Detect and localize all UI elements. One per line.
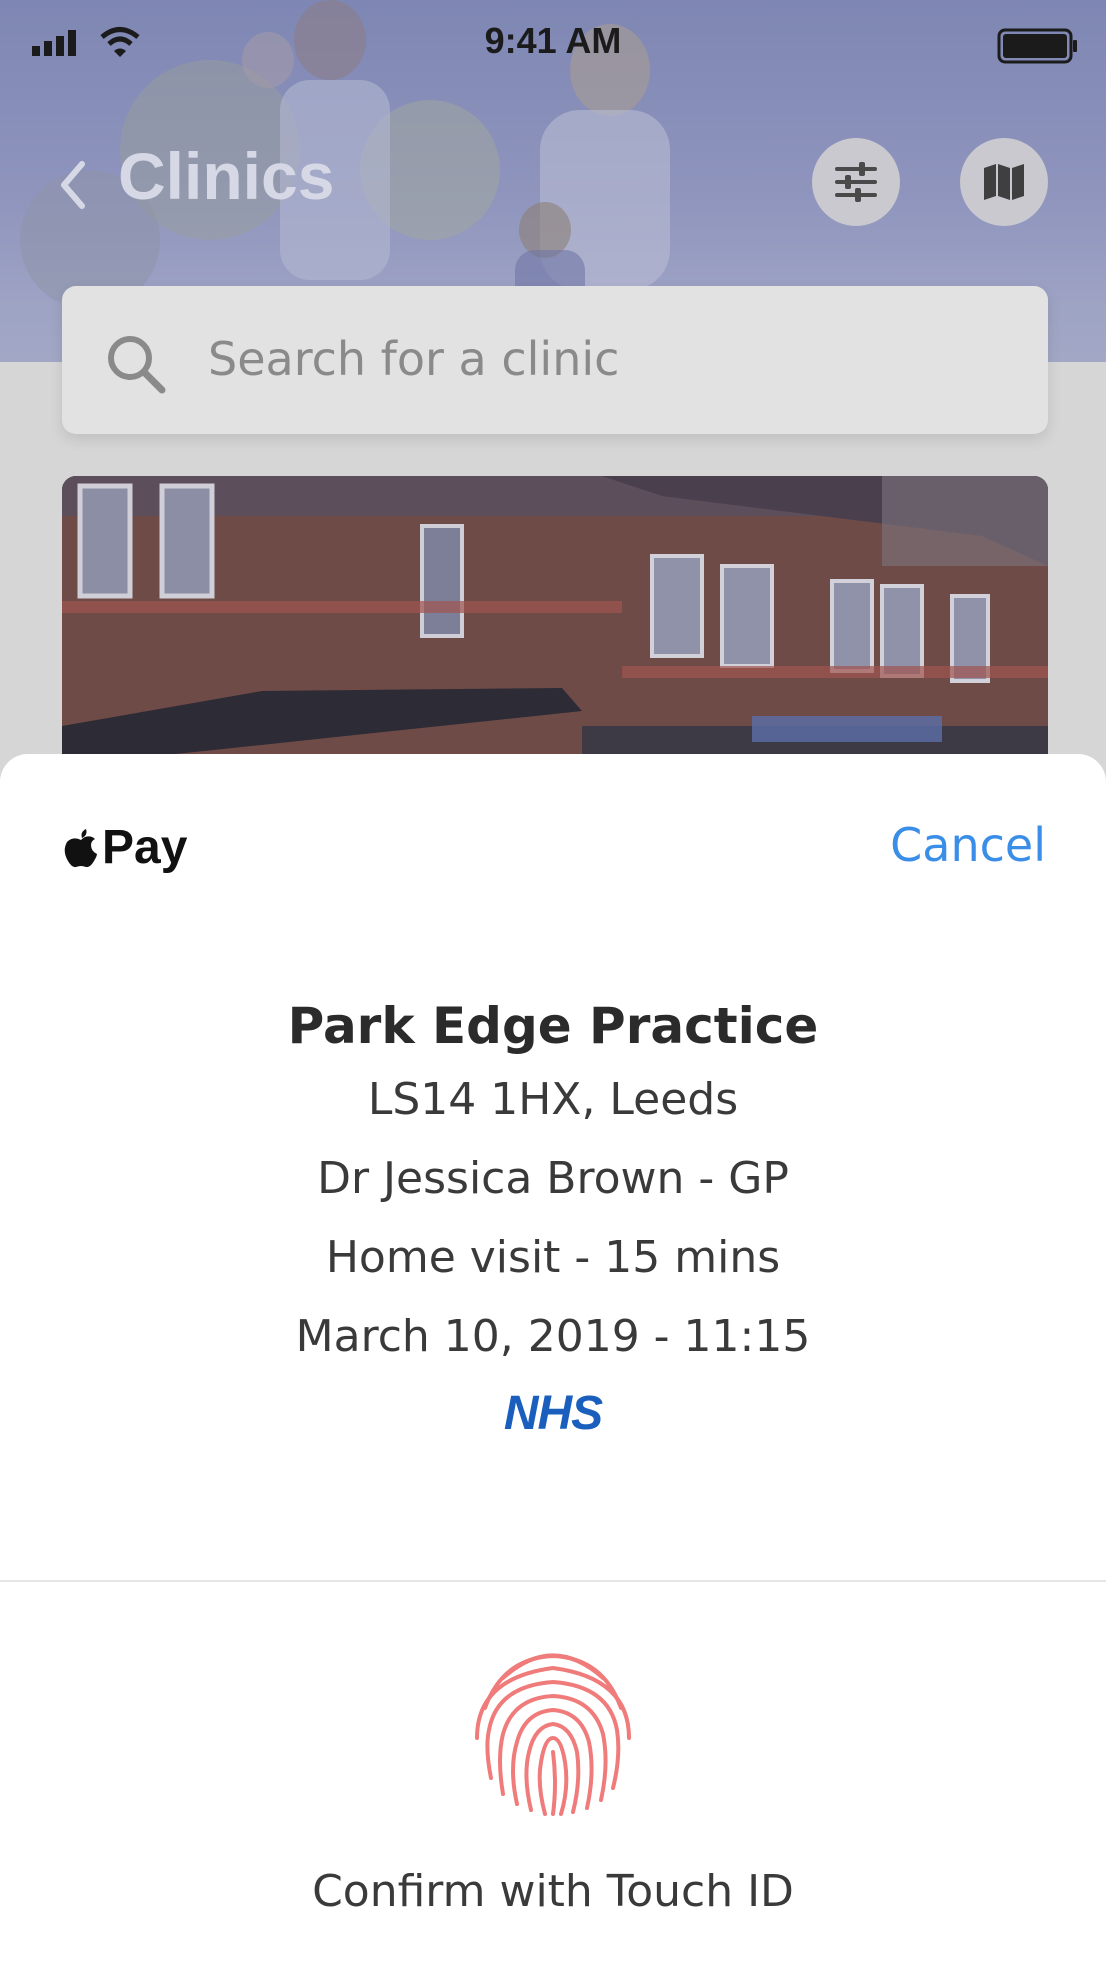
search-placeholder: Search for a clinic	[208, 332, 620, 386]
map-button[interactable]	[960, 138, 1048, 226]
search-input[interactable]: Search for a clinic	[62, 286, 1048, 434]
chevron-left-icon[interactable]	[58, 160, 88, 210]
apple-pay-sheet: Pay Cancel Park Edge Practice LS14 1HX, …	[0, 754, 1106, 1971]
touch-id-area: Confirm with Touch ID	[0, 1638, 1106, 1917]
search-icon	[108, 336, 166, 394]
apple-icon	[64, 828, 97, 867]
touch-id-label: Confirm with Touch ID	[312, 1866, 794, 1917]
apple-pay-label: Pay	[102, 821, 188, 874]
sliders-icon	[835, 162, 877, 202]
page-title: Clinics	[118, 139, 335, 213]
clinic-card-image[interactable]	[62, 476, 1048, 776]
payment-details: Park Edge Practice LS14 1HX, Leeds Dr Je…	[0, 992, 1106, 1441]
status-time: 9:41 AM	[484, 20, 622, 61]
filter-button[interactable]	[812, 138, 900, 226]
practice-name: Park Edge Practice	[287, 997, 819, 1055]
appointment-type: Home visit - 15 mins	[325, 1232, 781, 1283]
divider	[0, 1580, 1106, 1582]
cancel-button[interactable]: Cancel	[890, 818, 1046, 872]
fingerprint-icon[interactable]	[463, 1638, 643, 1822]
apple-pay-logo: Pay	[64, 820, 187, 875]
doctor-name: Dr Jessica Brown - GP	[317, 1153, 789, 1204]
status-bar: 9:41 AM	[0, 0, 1106, 88]
navigation-bar: Clinics	[0, 120, 1106, 250]
map-icon	[984, 164, 1024, 200]
practice-address: LS14 1HX, Leeds	[367, 1074, 739, 1125]
battery-icon	[997, 28, 1077, 64]
appointment-datetime: March 10, 2019 - 11:15	[295, 1311, 811, 1362]
nhs-logo: NHS	[503, 1387, 603, 1440]
